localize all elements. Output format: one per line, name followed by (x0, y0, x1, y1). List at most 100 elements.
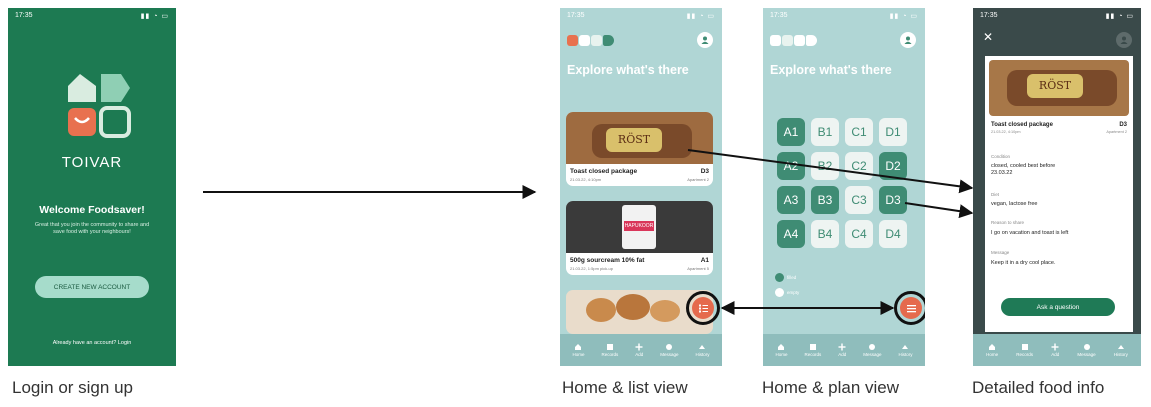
detail-apartment: Apartment 2 (1106, 130, 1127, 134)
plan-cell-d2[interactable]: D2 (879, 152, 907, 180)
detail-screen: 17:35 ▮▮ ◔ ▭ ✕ RÖST Toast closed package… (973, 8, 1141, 366)
plan-cell-b2[interactable]: B2 (811, 152, 839, 180)
plan-cell-c4[interactable]: C4 (845, 220, 873, 248)
app-logo-icon (770, 35, 817, 46)
page-title: Explore what's there (567, 63, 689, 77)
nav-records[interactable]: Records (804, 343, 821, 357)
bottom-nav: Home Records Add Message History (763, 334, 925, 366)
plus-icon (635, 343, 643, 351)
nav-home[interactable]: Home (572, 343, 585, 357)
signal-icon: ▮▮ ◔ ▭ (686, 13, 715, 20)
page-title: Explore what's there (770, 63, 892, 77)
signal-icon: ▮▮ ◔ ▭ (1105, 13, 1134, 20)
user-icon (701, 36, 709, 44)
food-image: HAPUKOOR (566, 201, 713, 253)
card-apartment: Apartment 5 (687, 266, 709, 271)
plan-cell-a3[interactable]: A3 (777, 186, 805, 214)
home-plan-screen: 17:35 ▮▮ ◔ ▭ Explore what's there A1 B1 C1… (763, 8, 925, 366)
nav-records[interactable]: Records (601, 343, 618, 357)
nav-home[interactable]: Home (986, 343, 998, 357)
legend-filled: filled (775, 273, 796, 282)
food-image: RÖST (566, 112, 713, 164)
nav-history[interactable]: History (695, 343, 710, 357)
nav-home[interactable]: Home (775, 343, 788, 357)
chart-icon (809, 344, 816, 350)
plus-icon (1051, 343, 1059, 351)
plan-cell-d1[interactable]: D1 (879, 118, 907, 146)
caption-detail: Detailed food info (972, 378, 1105, 397)
nav-message[interactable]: Message (1077, 343, 1096, 357)
food-card[interactable]: RÖST Toast closed package D3 21.03.22, 4… (566, 112, 713, 186)
card-code: D3 (700, 168, 709, 175)
welcome-blurb: Great that you join the community to sha… (34, 222, 150, 235)
diet-value: vegan, lactose free (991, 201, 1038, 207)
card-code: A1 (700, 257, 709, 264)
food-image (586, 298, 616, 322)
card-title: 500g sourcream 10% fat (570, 257, 645, 264)
message-value: Keep it in a dry cool place. (991, 260, 1056, 266)
status-time: 17:35 (15, 12, 33, 19)
plan-cell-b1[interactable]: B1 (811, 118, 839, 146)
card-date: 21.03.22, 1:5pm pick-up (570, 266, 613, 271)
plan-cell-b3[interactable]: B3 (811, 186, 839, 214)
profile-avatar[interactable] (1116, 32, 1132, 48)
diet-label: Diet (991, 192, 1000, 197)
welcome-heading: Welcome Foodsaver! (39, 204, 145, 216)
chart-icon (1021, 344, 1028, 350)
nav-history[interactable]: History (1114, 343, 1128, 357)
nav-message[interactable]: Message (660, 343, 679, 357)
message-icon (869, 344, 876, 350)
status-bar: 17:35 ▮▮ ◔ ▭ (15, 12, 169, 20)
detail-sheet: RÖST Toast closed package D3 21.03.22, 4… (985, 56, 1133, 332)
profile-avatar[interactable] (697, 32, 713, 48)
history-icon (699, 345, 706, 349)
login-link[interactable]: Already have an account? Login (8, 340, 176, 346)
plan-cell-b4[interactable]: B4 (811, 220, 839, 248)
status-bar: 17:35 ▮▮ ◔ ▭ (980, 12, 1134, 20)
card-date: 21.03.22, 4:10pm (570, 177, 602, 182)
fridge-plan-grid: A1 B1 C1 D1 A2 B2 C2 D2 A3 B3 C3 D3 A4 B4 C4 D4 (777, 118, 907, 248)
filled-dot-icon (775, 273, 784, 282)
user-icon (904, 36, 912, 44)
nav-message[interactable]: Message (863, 343, 882, 357)
brand-name: TOIVAR (61, 154, 123, 171)
nav-add[interactable]: Add (838, 343, 846, 357)
create-account-button[interactable]: CREATE NEW ACCOUNT (35, 276, 149, 298)
nav-history[interactable]: History (898, 343, 913, 357)
nav-add[interactable]: Add (1051, 343, 1059, 357)
sourcream-brand-label: HAPUKOOR (624, 221, 654, 231)
history-icon (1117, 345, 1124, 349)
plan-cell-a1[interactable]: A1 (777, 118, 805, 146)
plan-cell-a4[interactable]: A4 (777, 220, 805, 248)
status-bar: 17:35 ▮▮ ◔ ▭ (567, 12, 715, 20)
plan-cell-d4[interactable]: D4 (879, 220, 907, 248)
storyboard: 17:35 ▮▮ ◔ ▭ TOIVAR Welcome Foodsaver! G… (0, 0, 1151, 407)
signal-icon: ▮▮ ◔ ▭ (140, 13, 169, 20)
nav-add[interactable]: Add (635, 343, 643, 357)
plan-cell-a2[interactable]: A2 (777, 152, 805, 180)
message-label: Message (991, 250, 1010, 255)
condition-value: closed, cooled best before 23.03.22 (991, 163, 1056, 176)
caption-plan: Home & plan view (762, 378, 900, 397)
plan-cell-d3[interactable]: D3 (879, 186, 907, 214)
plan-cell-c1[interactable]: C1 (845, 118, 873, 146)
plan-cell-c2[interactable]: C2 (845, 152, 873, 180)
food-card[interactable]: HAPUKOOR 500g sourcream 10% fat A1 21.03… (566, 201, 713, 275)
card-apartment: Apartment 2 (687, 177, 709, 182)
home-list-screen: 17:35 ▮▮ ◔ ▭ Explore what's there RÖST T… (560, 8, 722, 366)
message-icon (666, 344, 673, 350)
detail-title: Toast closed package (991, 122, 1053, 128)
profile-avatar[interactable] (900, 32, 916, 48)
reason-label: Reason to share (991, 220, 1025, 225)
empty-dot-icon (775, 288, 784, 297)
user-icon (1120, 36, 1128, 44)
detail-code: D3 (1119, 122, 1127, 128)
highlight-ring (894, 291, 925, 325)
ask-question-button[interactable]: Ask a question (1001, 298, 1115, 316)
nav-records[interactable]: Records (1016, 343, 1033, 357)
bread-brand-label: RÖST (1027, 74, 1083, 98)
status-time: 17:35 (567, 12, 585, 19)
app-logo-icon (567, 35, 614, 46)
plan-cell-c3[interactable]: C3 (845, 186, 873, 214)
close-icon[interactable]: ✕ (983, 30, 993, 44)
